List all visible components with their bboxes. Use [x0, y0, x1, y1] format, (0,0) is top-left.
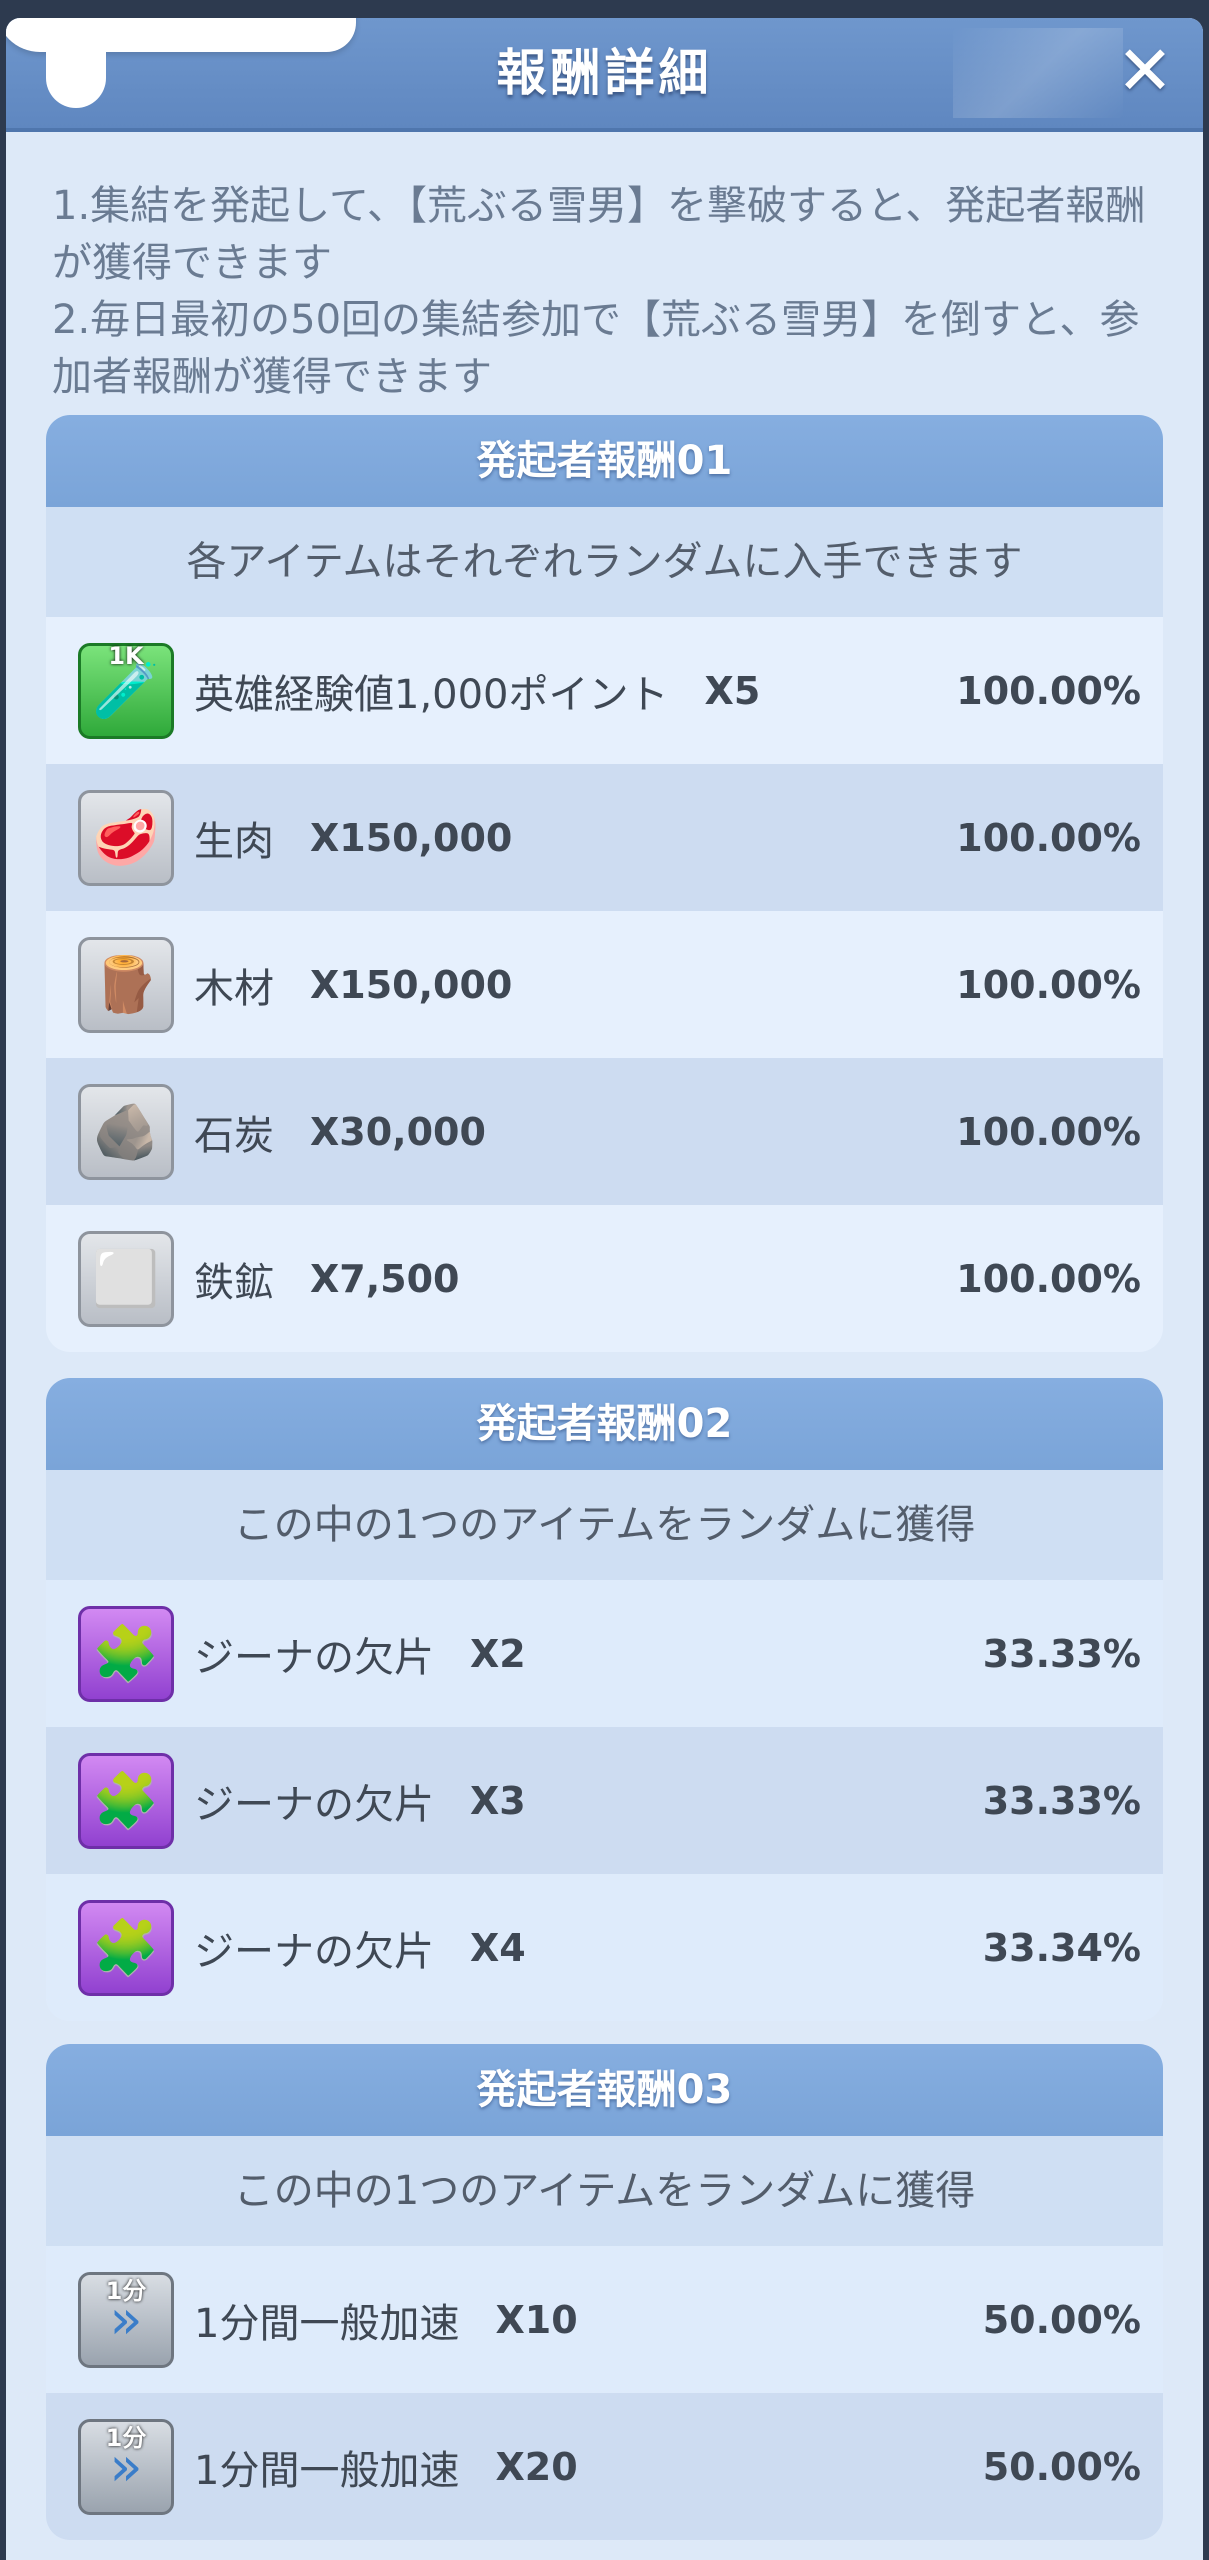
item-quantity: X150,000	[310, 962, 513, 1007]
item-name: ジーナの欠片	[194, 1781, 434, 1828]
speedup-icon: » 1分	[78, 2271, 174, 2368]
reward-row: 🧩 ジーナの欠片 X2 33.33%	[46, 1580, 1163, 1727]
meat-icon: 🥩	[78, 789, 174, 886]
reward-row: 🧪 1K 英雄経験値1,000ポイント X5 100.00%	[46, 617, 1163, 764]
description-line-1: 1.集結を発起して、【荒ぶる雪男】を撃破すると、発起者報酬が獲得できます	[52, 183, 1146, 286]
reward-row: ⬜ 鉄鉱 X7,500 100.00%	[46, 1205, 1163, 1352]
reward-section-01: 発起者報酬01 各アイテムはそれぞれランダムに入手できます 🧪 1K 英雄経験値…	[46, 415, 1163, 1352]
iron-ore-icon: ⬜	[78, 1230, 174, 1327]
speedup-icon: » 1分	[78, 2418, 174, 2515]
reward-row: » 1分 1分間一般加速 X20 50.00%	[46, 2393, 1163, 2540]
reward-details-panel: 報酬詳細 ✕ 1.集結を発起して、【荒ぶる雪男】を撃破すると、発起者報酬が獲得で…	[6, 18, 1203, 2560]
item-name: 石炭	[194, 1112, 274, 1159]
reward-row: 🧩 ジーナの欠片 X3 33.33%	[46, 1727, 1163, 1874]
item-name: ジーナの欠片	[194, 1928, 434, 1975]
reward-row: 🪵 木材 X150,000 100.00%	[46, 911, 1163, 1058]
close-icon[interactable]: ✕	[1113, 38, 1177, 106]
item-name: 1分間一般加速	[194, 2300, 460, 2347]
item-chance: 100.00%	[956, 1109, 1141, 1154]
wood-icon: 🪵	[78, 936, 174, 1033]
exp-potion-icon: 🧪 1K	[78, 642, 174, 739]
item-chance: 100.00%	[956, 1256, 1141, 1301]
reward-row: 🧩 ジーナの欠片 X4 33.34%	[46, 1874, 1163, 2021]
section-subtitle: 各アイテムはそれぞれランダムに入手できます	[46, 507, 1163, 617]
item-name: 木材	[194, 965, 274, 1012]
item-quantity: X10	[495, 2297, 578, 2342]
item-chance: 50.00%	[982, 2444, 1141, 2489]
item-quantity: X2	[470, 1631, 526, 1676]
hero-shard-icon: 🧩	[78, 1752, 174, 1849]
section-title: 発起者報酬02	[46, 1378, 1163, 1470]
item-name: 生肉	[194, 818, 274, 865]
item-name: 鉄鉱	[194, 1259, 274, 1306]
item-chance: 33.33%	[982, 1778, 1141, 1823]
hero-shard-icon: 🧩	[78, 1605, 174, 1702]
item-chance: 33.33%	[982, 1631, 1141, 1676]
section-subtitle: この中の1つのアイテムをランダムに獲得	[46, 1470, 1163, 1580]
snow-drip-decoration	[46, 38, 106, 108]
item-chance: 100.00%	[956, 815, 1141, 860]
item-quantity: X5	[704, 668, 761, 713]
item-chance: 50.00%	[982, 2297, 1141, 2342]
item-name: 英雄経験値1,000ポイント	[194, 671, 669, 718]
item-chance: 100.00%	[956, 668, 1141, 713]
item-quantity: X150,000	[310, 815, 513, 860]
reward-row: 🥩 生肉 X150,000 100.00%	[46, 764, 1163, 911]
section-title: 発起者報酬01	[46, 415, 1163, 507]
reward-description: 1.集結を発起して、【荒ぶる雪男】を撃破すると、発起者報酬が獲得できます 2.毎…	[52, 178, 1162, 406]
item-quantity: X3	[470, 1778, 526, 1823]
reward-row: » 1分 1分間一般加速 X10 50.00%	[46, 2246, 1163, 2393]
section-title: 発起者報酬03	[46, 2044, 1163, 2136]
item-quantity: X4	[470, 1925, 526, 1970]
section-subtitle: この中の1つのアイテムをランダムに獲得	[46, 2136, 1163, 2246]
coal-icon: 🪨	[78, 1083, 174, 1180]
item-quantity: X30,000	[310, 1109, 486, 1154]
description-line-2: 2.毎日最初の50回の集結参加で【荒ぶる雪男】を倒すと、参加者報酬が獲得できます	[52, 297, 1140, 400]
item-chance: 33.34%	[982, 1925, 1141, 1970]
item-name: ジーナの欠片	[194, 1634, 434, 1681]
hero-shard-icon: 🧩	[78, 1899, 174, 1996]
item-quantity: X7,500	[310, 1256, 460, 1301]
reward-row: 🪨 石炭 X30,000 100.00%	[46, 1058, 1163, 1205]
item-name: 1分間一般加速	[194, 2447, 460, 2494]
item-chance: 100.00%	[956, 962, 1141, 1007]
reward-section-03: 発起者報酬03 この中の1つのアイテムをランダムに獲得 » 1分 1分間一般加速…	[46, 2044, 1163, 2540]
item-quantity: X20	[495, 2444, 578, 2489]
reward-section-02: 発起者報酬02 この中の1つのアイテムをランダムに獲得 🧩 ジーナの欠片 X2 …	[46, 1378, 1163, 2021]
